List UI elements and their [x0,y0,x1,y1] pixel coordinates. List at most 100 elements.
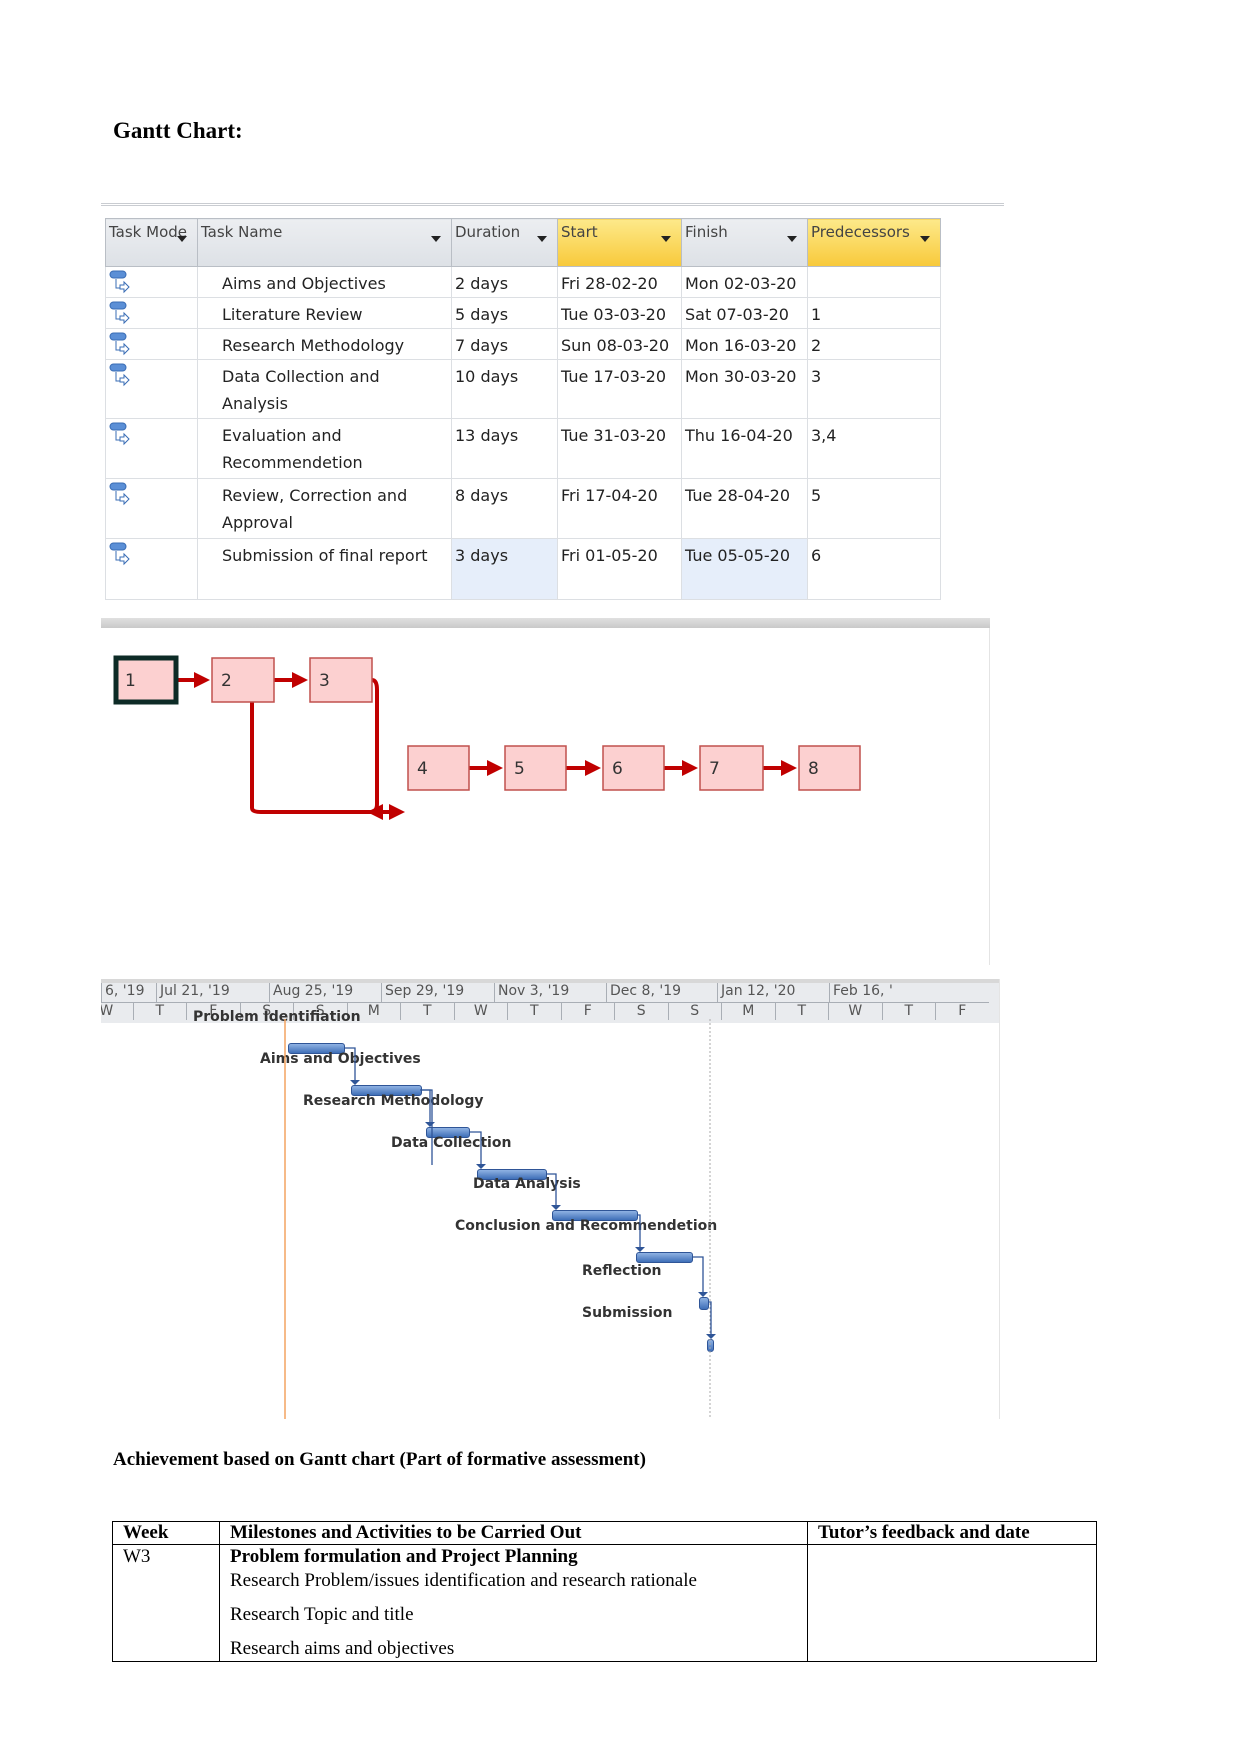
task-mode-cell[interactable] [105,328,198,360]
task-grid: Task Mode Task Name Duration Start Finish Pre… [105,218,941,600]
task-name-cell[interactable]: Data Collection and Analysis [197,359,452,419]
task-mode-cell[interactable] [105,266,198,298]
column-header-predecessors[interactable]: Predecessors [807,218,941,267]
column-header-duration[interactable]: Duration [451,218,558,267]
task-mode-cell[interactable] [105,418,198,479]
start-cell[interactable]: Fri 17-04-20 [557,478,682,539]
timescale-period: Jan 12, '20 [717,983,829,1002]
finish-cell[interactable]: Mon 30-03-20 [681,359,808,419]
timescale-day: W [828,1002,882,1020]
column-header-finish[interactable]: Finish [681,218,808,267]
column-header-label: Start [561,223,598,241]
achievement-header-row: Week Milestones and Activities to be Car… [112,1521,1097,1545]
network-diagram: 1 2 3 4 5 6 7 8 [101,628,990,965]
timescale-day: F [560,1002,614,1020]
task-name-cell[interactable]: Submission of final report [197,538,452,600]
network-node-7[interactable]: 7 [699,745,764,791]
table-row[interactable]: Aims and Objectives 2 days Fri 28-02-20 Mon… [105,266,941,298]
duration-cell[interactable]: 5 days [451,297,558,329]
week-cell: W3 [112,1544,220,1662]
network-node-4[interactable]: 4 [407,745,470,791]
finish-cell[interactable]: Thu 16-04-20 [681,418,808,479]
task-name-cell[interactable]: Aims and Objectives [197,266,452,298]
task-mode-cell[interactable] [105,538,198,600]
predecessors-cell[interactable] [807,266,941,298]
duration-cell[interactable]: 7 days [451,328,558,360]
duration-cell[interactable]: 2 days [451,266,558,298]
dropdown-arrow-icon[interactable] [537,236,547,242]
dropdown-arrow-icon[interactable] [920,236,930,242]
column-header-task-name[interactable]: Task Name [197,218,452,267]
timescale-day: S [667,1002,721,1020]
task-name-cell[interactable]: Evaluation and Recommendetion [197,418,452,479]
column-header-label: Finish [685,223,728,241]
auto-scheduled-task-icon [109,270,130,294]
start-cell[interactable]: Fri 01-05-20 [557,538,682,600]
auto-scheduled-task-icon [109,301,130,325]
table-row[interactable]: Research Methodology 7 days Sun 08-03-20 Mo… [105,328,941,360]
start-cell[interactable]: Tue 31-03-20 [557,418,682,479]
task-mode-cell[interactable] [105,478,198,539]
column-header-label: Predecessors [811,223,910,241]
milestone-cell: Problem formulation and Project Planning… [219,1544,808,1662]
table-row[interactable]: Data Collection and Analysis 10 days Tue 1… [105,359,941,419]
dropdown-arrow-icon[interactable] [431,236,441,242]
duration-cell[interactable]: 3 days [451,538,558,600]
duration-cell[interactable]: 10 days [451,359,558,419]
view-splitter[interactable] [101,618,990,628]
task-bar-label: Data Collection [391,1135,512,1151]
network-node-8[interactable]: 8 [798,745,861,791]
network-node-6[interactable]: 6 [602,745,665,791]
timescale-period: Nov 3, '19 [494,983,606,1002]
predecessors-cell[interactable]: 3,4 [807,418,941,479]
task-name-cell[interactable]: Review, Correction and Approval [197,478,452,539]
predecessors-cell[interactable]: 6 [807,538,941,600]
predecessors-cell[interactable]: 5 [807,478,941,539]
finish-cell[interactable]: Mon 16-03-20 [681,328,808,360]
predecessors-cell[interactable]: 1 [807,297,941,329]
start-cell[interactable]: Tue 17-03-20 [557,359,682,419]
table-row[interactable]: Literature Review 5 days Tue 03-03-20 Sat 0… [105,297,941,329]
node-label: 5 [514,759,525,779]
duration-cell[interactable]: 8 days [451,478,558,539]
dropdown-arrow-icon[interactable] [661,236,671,242]
task-bar[interactable] [707,1339,714,1352]
network-node-2[interactable]: 2 [211,657,275,703]
network-node-3[interactable]: 3 [309,657,373,703]
duration-cell[interactable]: 13 days [451,418,558,479]
table-row[interactable]: Evaluation and Recommendetion 13 days Tue … [105,418,941,479]
task-name-cell[interactable]: Literature Review [197,297,452,329]
task-bar-label: Problem Identifiation [193,1009,361,1025]
column-header-task-mode[interactable]: Task Mode [105,218,198,267]
finish-cell[interactable]: Mon 02-03-20 [681,266,808,298]
feedback-cell[interactable] [807,1544,1097,1662]
dropdown-arrow-icon[interactable] [177,236,187,242]
table-row[interactable]: Review, Correction and Approval 8 days Fri… [105,478,941,539]
start-cell[interactable]: Tue 03-03-20 [557,297,682,329]
start-cell[interactable]: Fri 28-02-20 [557,266,682,298]
finish-cell[interactable]: Tue 05-05-20 [681,538,808,600]
task-mode-cell[interactable] [105,297,198,329]
finish-cell[interactable]: Sat 07-03-20 [681,297,808,329]
table-row: W3 Problem formulation and Project Plann… [112,1544,1097,1662]
auto-scheduled-task-icon [109,482,130,506]
network-node-5[interactable]: 5 [504,745,567,791]
task-bar[interactable] [699,1297,709,1310]
finish-cell[interactable]: Tue 28-04-20 [681,478,808,539]
column-header-label: Task Mode [109,223,188,241]
node-label: 6 [612,759,623,779]
dropdown-arrow-icon[interactable] [787,236,797,242]
start-cell[interactable]: Sun 08-03-20 [557,328,682,360]
column-header-start[interactable]: Start [557,218,682,267]
predecessors-cell[interactable]: 3 [807,359,941,419]
dependency-link [692,1256,704,1293]
project-task-table: Task Mode Task Name Duration Start Finish Pre… [101,203,1004,606]
task-mode-cell[interactable] [105,359,198,419]
task-name-cell[interactable]: Research Methodology [197,328,452,360]
activity: Research aims and objectives [230,1638,455,1659]
node-label: 8 [808,759,819,779]
task-bar[interactable] [636,1252,693,1263]
network-node-1[interactable]: 1 [113,655,179,705]
table-row[interactable]: Submission of final report 3 days Fri 01-0… [105,538,941,600]
predecessors-cell[interactable]: 2 [807,328,941,360]
